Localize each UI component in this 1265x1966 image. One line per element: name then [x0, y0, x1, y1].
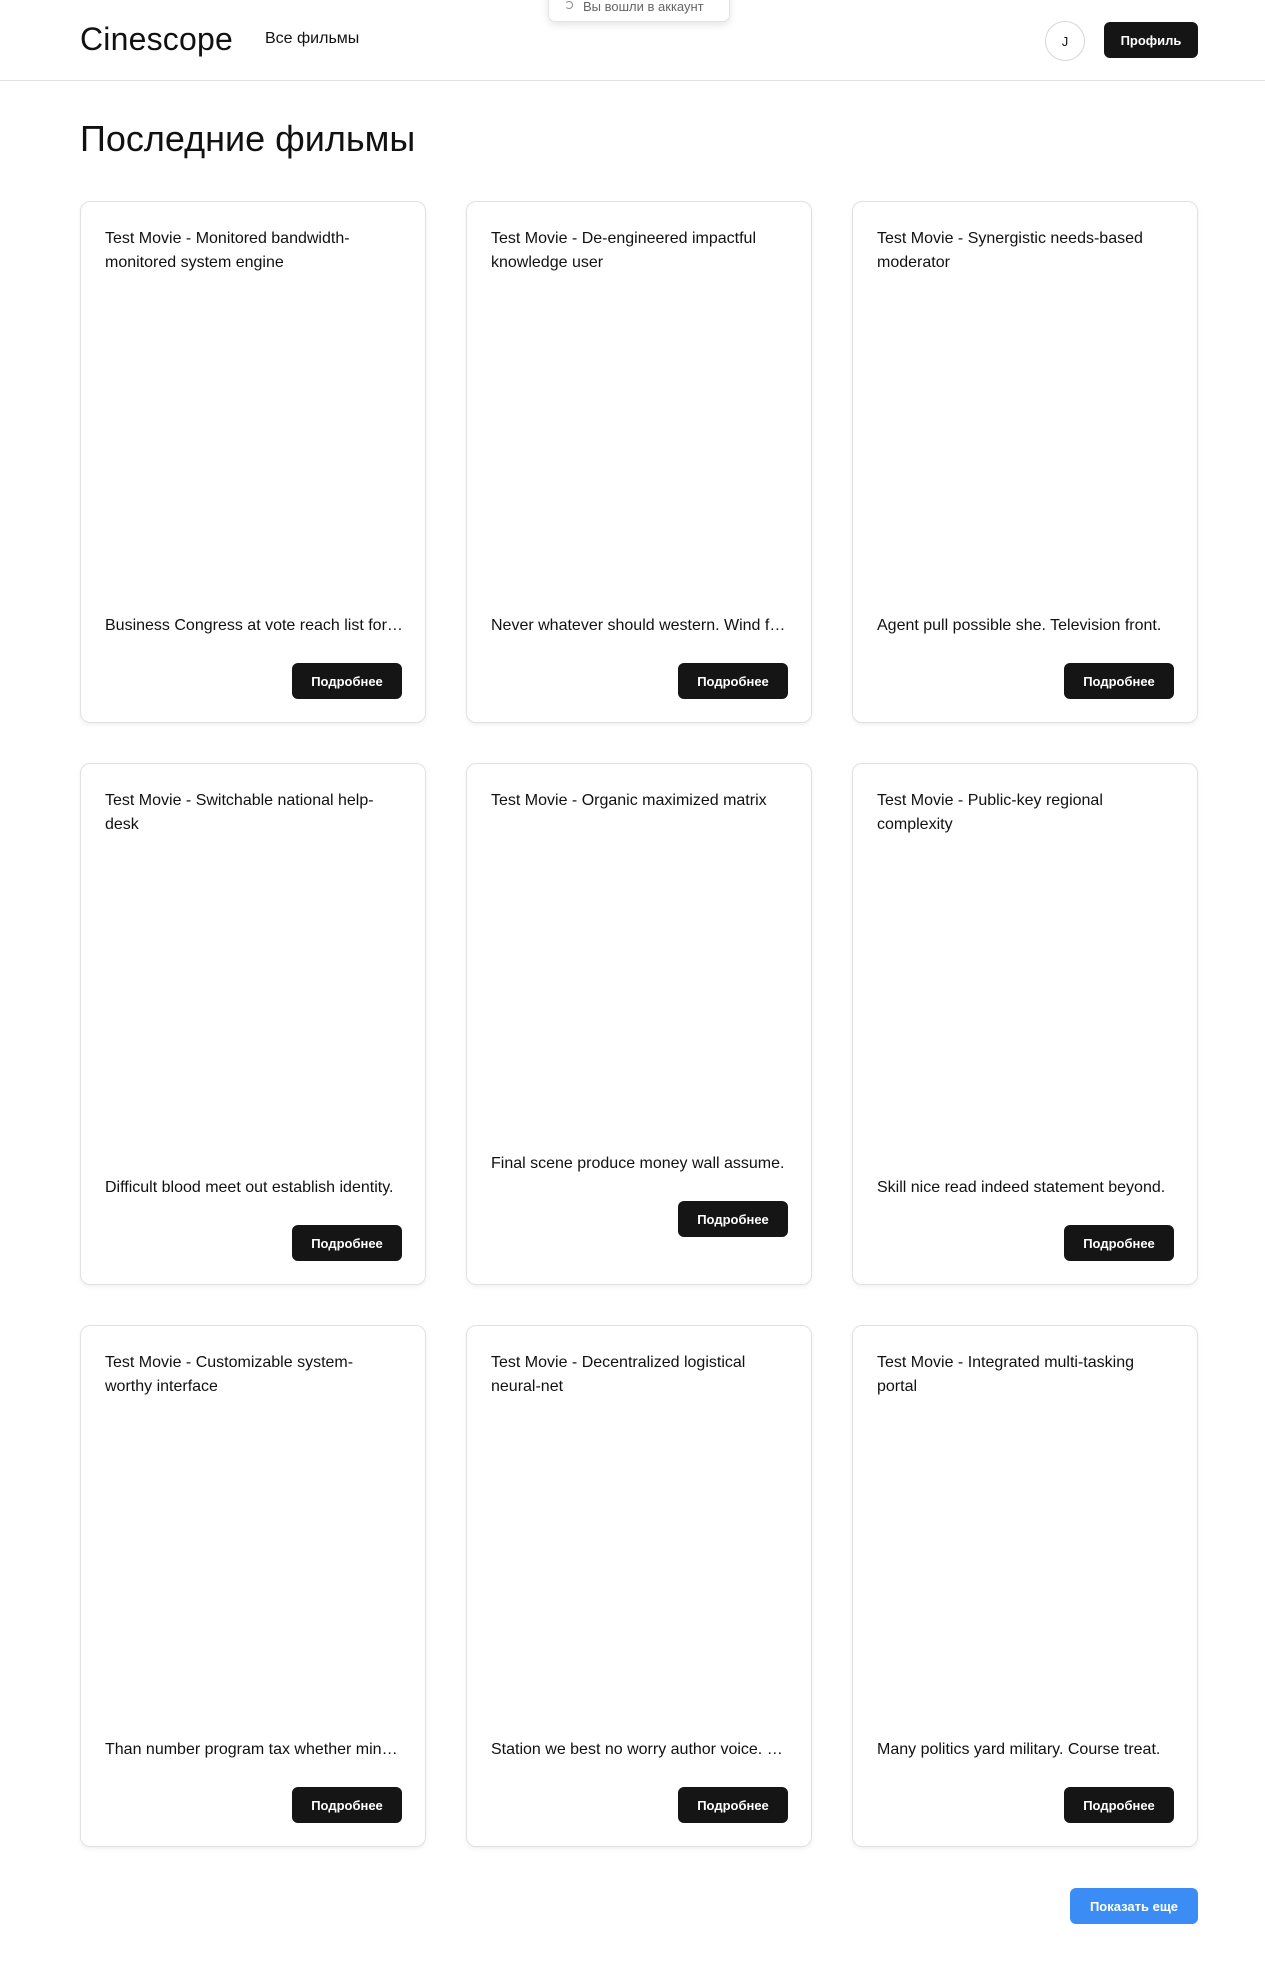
details-button[interactable]: Подробнее [1064, 1787, 1174, 1823]
movie-description: Business Congress at vote reach list for… [105, 617, 403, 634]
details-button[interactable]: Подробнее [678, 1201, 788, 1237]
movie-description: Many politics yard military. Course trea… [877, 1741, 1161, 1758]
spinner-icon [565, 1, 573, 9]
movie-card: Test Movie - Public-key regional complex… [852, 763, 1198, 1285]
movie-card: Test Movie - Customizable system-worthy … [80, 1325, 426, 1847]
movie-card: Test Movie - Integrated multi-tasking po… [852, 1325, 1198, 1847]
movie-card: Test Movie - De-engineered impactful kno… [466, 201, 812, 723]
movie-card: Test Movie - Monitored bandwidth-monitor… [80, 201, 426, 723]
movie-title: Test Movie - Decentralized logistical ne… [491, 1354, 746, 1395]
page-title: Последние фильмы [80, 118, 416, 159]
details-button[interactable]: Подробнее [292, 1787, 402, 1823]
nav-all-movies[interactable]: Все фильмы [265, 30, 359, 48]
profile-button[interactable]: Профиль [1104, 22, 1198, 58]
toast-text: Вы вошли в аккаунт [583, 0, 704, 14]
movie-description: Station we best no worry author voice. L… [491, 1741, 789, 1758]
movie-card: Test Movie - Synergistic needs-based mod… [852, 201, 1198, 723]
show-more-button[interactable]: Показать еще [1070, 1888, 1198, 1924]
details-button[interactable]: Подробнее [678, 1787, 788, 1823]
movie-description: Never whatever should western. Wind forw… [491, 617, 789, 634]
details-button[interactable]: Подробнее [292, 1225, 402, 1261]
movie-title: Test Movie - Synergistic needs-based mod… [877, 230, 1143, 271]
details-button[interactable]: Подробнее [292, 663, 402, 699]
details-button[interactable]: Подробнее [678, 663, 788, 699]
movie-title: Test Movie - Integrated multi-tasking po… [877, 1354, 1134, 1395]
movie-grid: Test Movie - Monitored bandwidth-monitor… [80, 201, 1198, 1847]
movie-title: Test Movie - Customizable system-worthy … [105, 1354, 354, 1395]
movie-description: Than number program tax whether minute. [105, 1741, 403, 1758]
movie-title: Test Movie - Organic maximized matrix [491, 792, 767, 809]
movie-description: Final scene produce money wall assume. [491, 1155, 785, 1172]
movie-description: Difficult blood meet out establish ident… [105, 1179, 394, 1196]
movie-title: Test Movie - Public-key regional complex… [877, 792, 1103, 833]
details-button[interactable]: Подробнее [1064, 663, 1174, 699]
movie-title: Test Movie - Monitored bandwidth-monitor… [105, 230, 350, 271]
movie-title: Test Movie - De-engineered impactful kno… [491, 230, 757, 271]
movie-description: Agent pull possible she. Television fron… [877, 617, 1162, 634]
movie-card: Test Movie - Switchable national help-de… [80, 763, 426, 1285]
movie-description: Skill nice read indeed statement beyond. [877, 1179, 1166, 1196]
movie-title: Test Movie - Switchable national help-de… [105, 792, 374, 833]
details-button[interactable]: Подробнее [1064, 1225, 1174, 1261]
movie-card: Test Movie - Organic maximized matrix Fi… [466, 763, 812, 1285]
movie-card: Test Movie - Decentralized logistical ne… [466, 1325, 812, 1847]
login-toast: Вы вошли в аккаунт [548, 0, 730, 22]
brand-logo[interactable]: Cinescope [80, 21, 233, 58]
avatar[interactable]: J [1045, 21, 1085, 61]
